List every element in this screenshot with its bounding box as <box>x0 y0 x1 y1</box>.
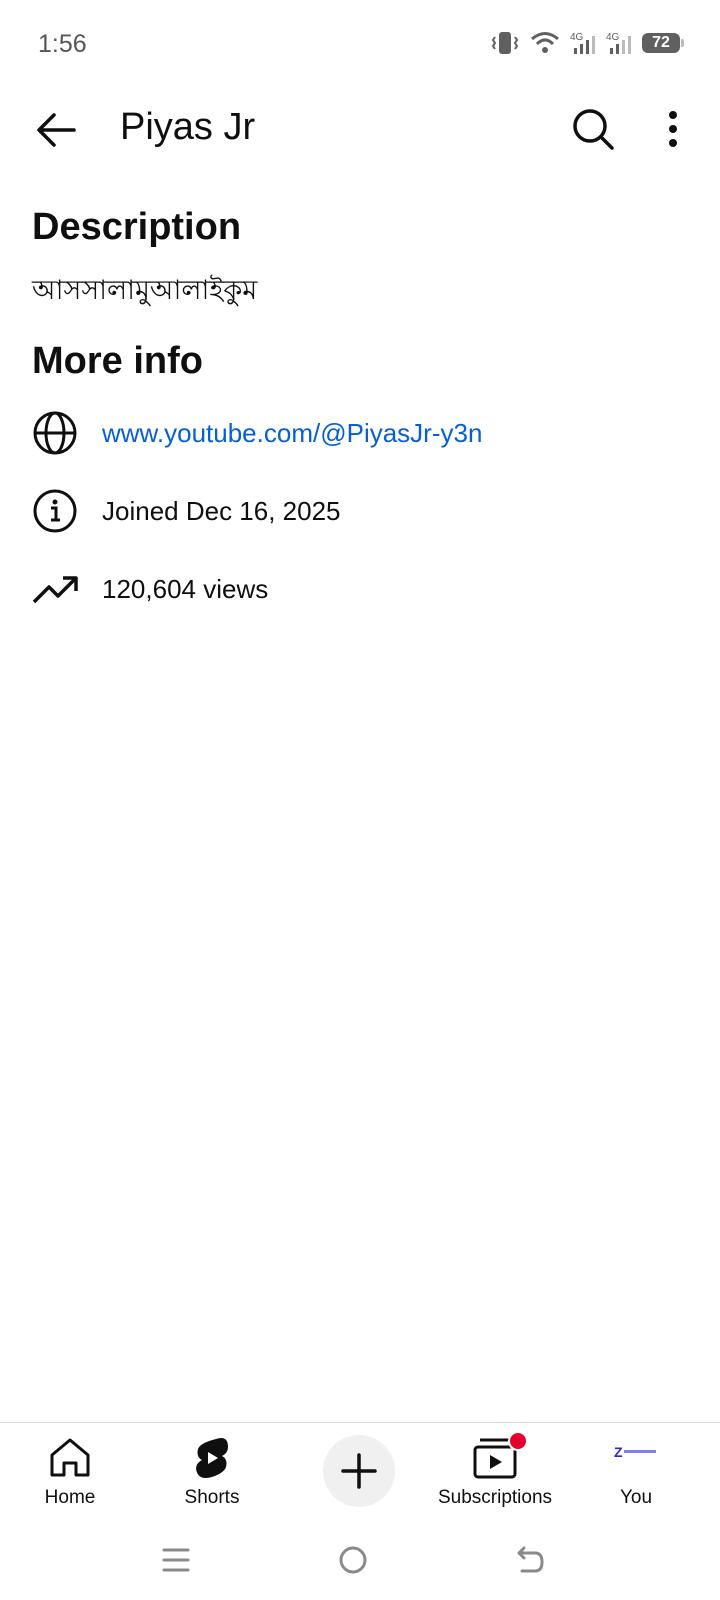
create-plus-icon <box>341 1453 377 1489</box>
view-count: 120,604 views <box>102 573 269 604</box>
info-row-link[interactable]: www.youtube.com/@PiyasJr-y3n <box>32 408 692 458</box>
svg-text:Z: Z <box>614 1444 623 1460</box>
home-icon <box>48 1437 92 1482</box>
more-options-button[interactable] <box>660 106 686 152</box>
arrow-back-icon <box>37 113 76 147</box>
info-row-joined: Joined Dec 16, 2025 <box>32 486 692 536</box>
home-circle-icon <box>339 1546 367 1574</box>
system-nav-bar <box>0 1522 720 1600</box>
search-icon <box>573 109 614 150</box>
system-back-button[interactable] <box>508 1538 552 1582</box>
system-menu-button[interactable] <box>154 1538 198 1582</box>
app-bar: Piyas Jr <box>0 90 720 170</box>
globe-icon <box>32 410 78 456</box>
create-button[interactable] <box>323 1435 395 1507</box>
info-icon <box>32 488 78 534</box>
description-text: আসসালামুআলাইকুম <box>32 275 258 306</box>
page-title: Piyas Jr <box>120 106 256 148</box>
more-info-heading: More info <box>32 340 203 382</box>
nav-home[interactable]: Home <box>0 1423 140 1523</box>
description-heading: Description <box>32 206 242 248</box>
battery-indicator: 72 <box>642 33 684 53</box>
nav-shorts[interactable]: Shorts <box>142 1423 282 1523</box>
vibrate-icon <box>490 30 520 56</box>
nav-subscriptions[interactable]: Subscriptions <box>424 1423 566 1523</box>
nav-home-label: Home <box>44 1487 96 1508</box>
nav-you[interactable]: Z You <box>566 1423 706 1523</box>
network-label-1: 4G <box>570 32 584 43</box>
trending-up-icon <box>32 566 78 612</box>
menu-icon <box>162 1548 190 1572</box>
notification-dot <box>508 1431 528 1451</box>
status-icons: 4G 4G 72 <box>490 30 684 56</box>
nav-you-label: You <box>619 1487 653 1508</box>
signal-icon-1: 4G <box>570 30 596 56</box>
bottom-nav: Home Shorts Subscriptions Z You <box>0 1422 720 1523</box>
status-bar: 1:56 4G 4G 72 <box>0 0 720 90</box>
wifi-icon <box>530 30 560 56</box>
back-icon <box>517 1546 544 1573</box>
channel-link[interactable]: www.youtube.com/@PiyasJr-y3n <box>102 418 482 449</box>
search-button[interactable] <box>570 106 616 152</box>
joined-date: Joined Dec 16, 2025 <box>102 495 341 526</box>
nav-shorts-label: Shorts <box>184 1487 240 1508</box>
shorts-icon <box>194 1437 230 1484</box>
status-time: 1:56 <box>38 30 87 58</box>
info-row-views: 120,604 views <box>32 564 692 614</box>
nav-subscriptions-label: Subscriptions <box>437 1487 553 1508</box>
avatar: Z <box>612 1437 660 1472</box>
system-home-button[interactable] <box>331 1538 375 1582</box>
signal-icon-2: 4G <box>606 30 632 56</box>
network-label-2: 4G <box>606 32 620 43</box>
more-vert-icon <box>669 111 677 147</box>
back-button[interactable] <box>34 110 78 150</box>
